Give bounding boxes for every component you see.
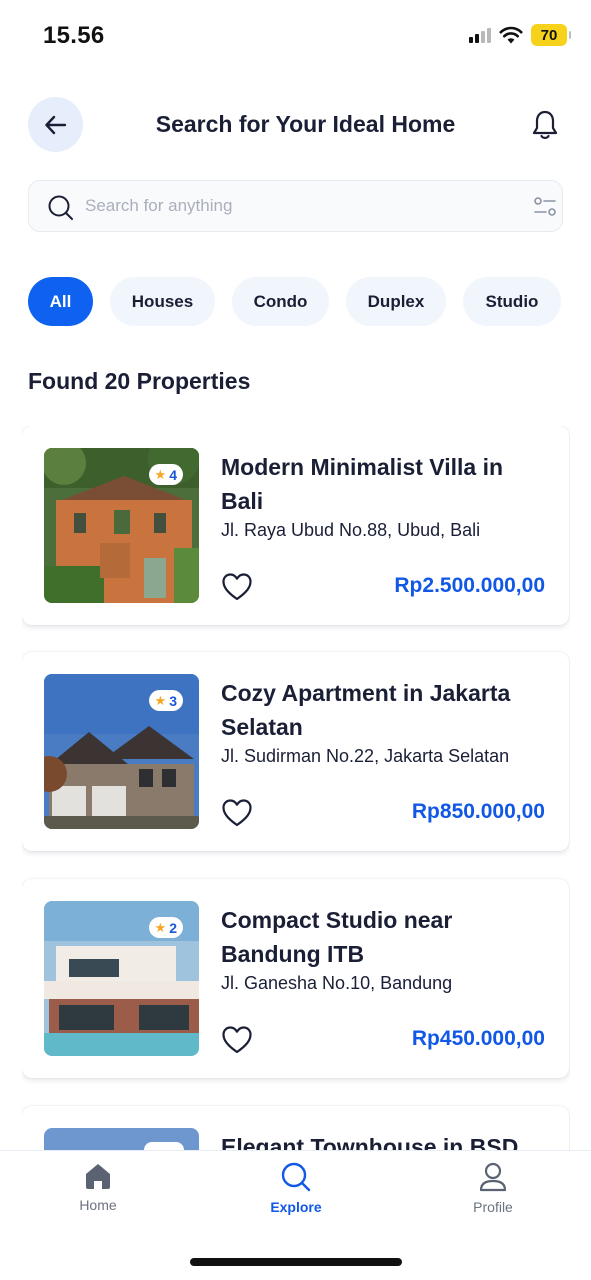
property-title: Compact Studio near Bandung ITB — [221, 907, 453, 967]
property-card[interactable]: ★ 3 Cozy Apartment in Jakarta Selatan Jl.… — [22, 652, 569, 851]
chip-all[interactable]: All — [28, 277, 93, 326]
property-address: Jl. Ganesha No.10, Bandung — [221, 973, 453, 993]
nav-home-label: Home — [79, 1197, 117, 1213]
property-list: ★ 4 Modern Minimalist Villa in Bali Jl. R… — [22, 426, 570, 1150]
property-image: ★ 3 — [44, 674, 199, 829]
rating-badge: ★ 2 — [148, 917, 183, 938]
home-icon — [86, 1164, 110, 1189]
rating-badge: ★ 3 — [148, 690, 183, 711]
property-address: Jl. Sudirman No.22, Jakarta Selatan — [221, 746, 510, 766]
heart-icon[interactable] — [221, 571, 253, 603]
status-bar: 15.56 70 — [0, 0, 591, 70]
property-price: Rp450.000,00 — [411, 1027, 545, 1050]
property-title: Elegant Townhouse in BSD — [221, 1134, 519, 1150]
search-input[interactable] — [85, 181, 505, 231]
search-icon — [281, 1162, 311, 1192]
property-image: ★ 2 — [44, 901, 199, 1056]
property-card[interactable]: ★ 2 Compact Studio near Bandung ITB Jl. G… — [22, 879, 569, 1078]
results-count-heading: Found 20 Properties — [28, 368, 251, 394]
heart-icon[interactable] — [221, 1024, 253, 1056]
nav-profile-label: Profile — [473, 1199, 513, 1215]
nav-explore-label: Explore — [270, 1199, 322, 1215]
filter-icon[interactable] — [532, 196, 558, 218]
user-icon — [479, 1162, 507, 1192]
chip-studio[interactable]: Studio — [463, 277, 561, 326]
property-title: Cozy Apartment in Jakarta Selatan — [221, 680, 511, 740]
heart-icon[interactable] — [221, 797, 253, 829]
home-indicator[interactable] — [190, 1258, 402, 1266]
header: Search for Your Ideal Home — [28, 97, 563, 153]
property-price: Rp2.500.000,00 — [394, 574, 545, 597]
property-price: Rp850.000,00 — [411, 800, 545, 823]
chip-houses[interactable]: Houses — [110, 277, 215, 326]
star-icon: ★ — [154, 919, 167, 935]
chip-duplex[interactable]: Duplex — [346, 277, 446, 326]
notification-button[interactable] — [527, 107, 563, 143]
property-image: ★ 4 — [44, 448, 199, 603]
property-image — [44, 1128, 199, 1150]
nav-explore[interactable]: Explore — [246, 1161, 346, 1215]
nav-profile[interactable]: Profile — [443, 1161, 543, 1215]
search-bar[interactable] — [28, 180, 563, 232]
battery-indicator: 70 — [531, 24, 571, 46]
cellular-signal-icon — [469, 27, 491, 43]
star-icon: ★ — [154, 692, 167, 708]
nav-home[interactable]: Home — [48, 1161, 148, 1213]
wifi-icon — [499, 26, 523, 44]
star-icon: ★ — [154, 466, 167, 482]
category-chips: All Houses Condo Duplex Studio — [28, 277, 561, 326]
rating-badge: ★ 4 — [148, 464, 183, 485]
status-icons: 70 — [469, 24, 571, 46]
search-icon — [48, 195, 73, 220]
chip-condo[interactable]: Condo — [232, 277, 329, 326]
property-card[interactable]: Elegant Townhouse in BSD — [22, 1106, 569, 1150]
bell-icon — [532, 110, 558, 139]
property-address: Jl. Raya Ubud No.88, Ubud, Bali — [221, 520, 481, 540]
property-card[interactable]: ★ 4 Modern Minimalist Villa in Bali Jl. R… — [22, 426, 569, 625]
status-time: 15.56 — [43, 22, 105, 49]
property-title: Modern Minimalist Villa in Bali — [221, 454, 504, 514]
page-title: Search for Your Ideal Home — [155, 111, 456, 137]
